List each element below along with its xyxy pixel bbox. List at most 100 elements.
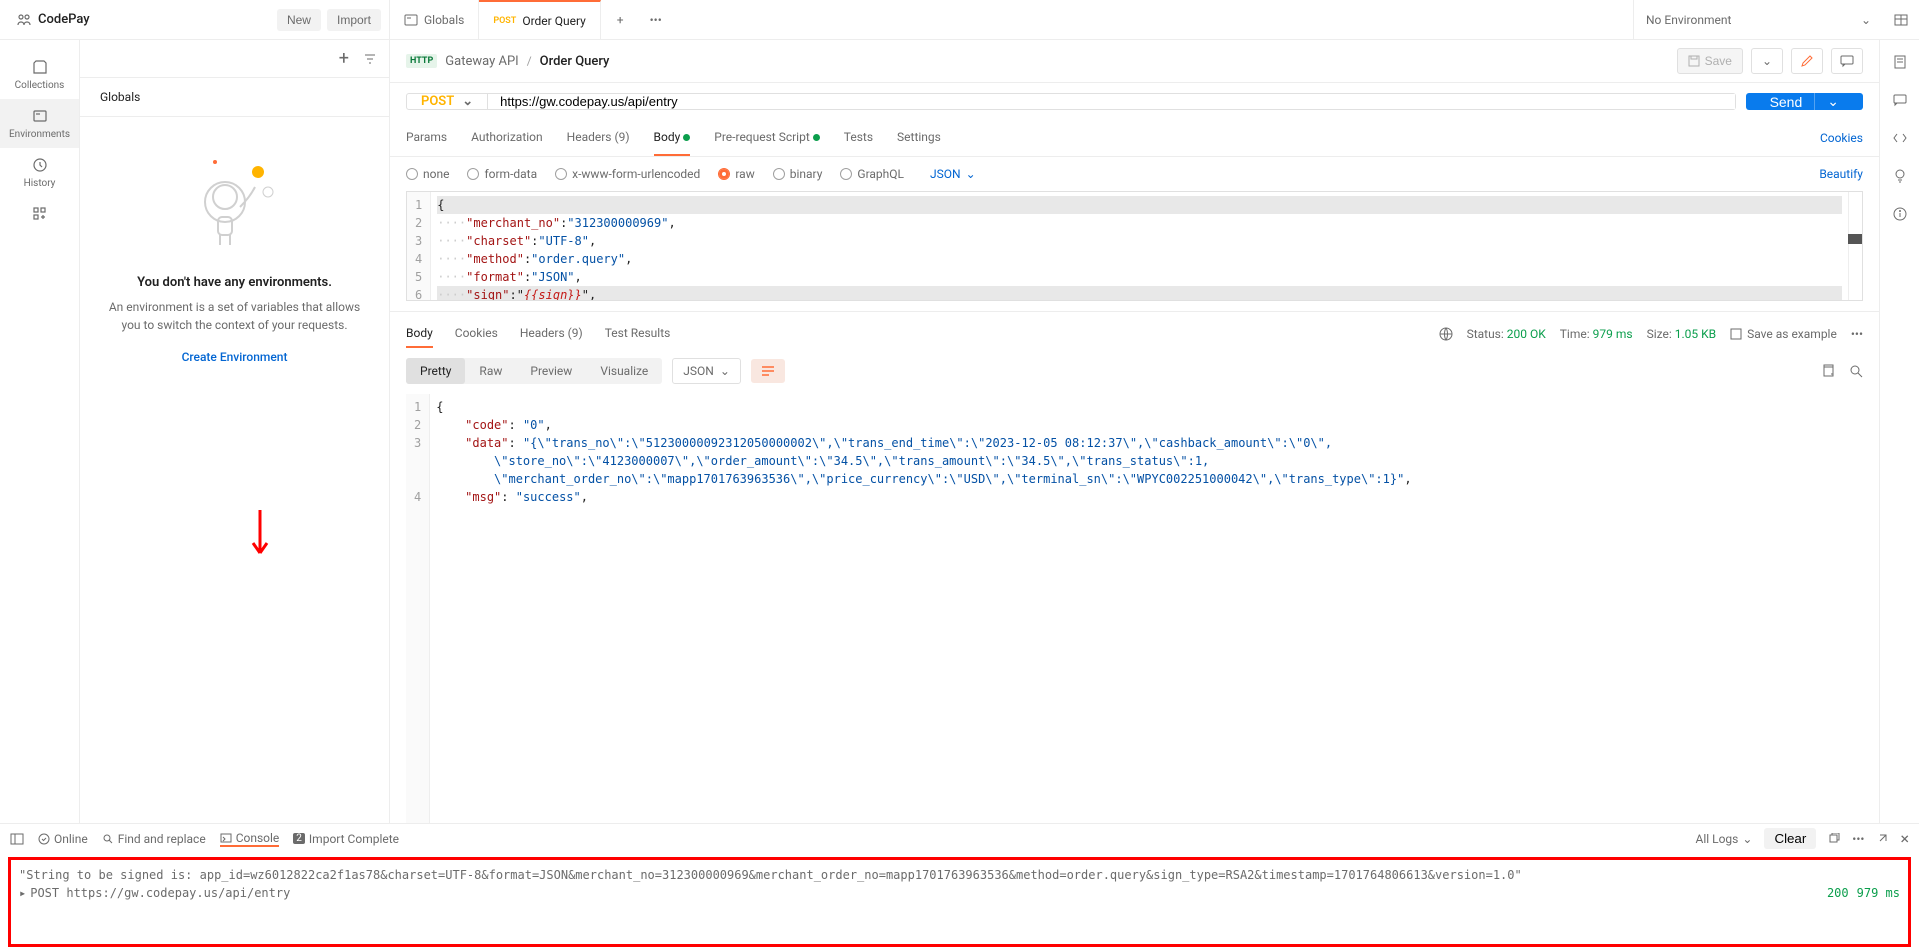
save-button[interactable]: Save: [1677, 48, 1743, 74]
env-quicklook-button[interactable]: [1883, 12, 1919, 28]
resp-more[interactable]: •••: [1851, 327, 1863, 341]
breadcrumb: HTTP Gateway API / Order Query Save ⌄: [390, 40, 1879, 83]
footer-find-replace[interactable]: Find and replace: [102, 832, 206, 846]
workspace-selector[interactable]: CodePay: [8, 12, 90, 28]
lightbulb-icon[interactable]: [1892, 168, 1908, 184]
new-tab-button[interactable]: +: [601, 13, 640, 27]
chevron-down-icon: ⌄: [462, 94, 473, 109]
view-raw[interactable]: Raw: [465, 358, 516, 384]
table-icon: [1893, 12, 1909, 28]
time-value: 979 ms: [1593, 327, 1633, 341]
code-icon[interactable]: [1892, 130, 1908, 146]
env-icon: [404, 13, 418, 27]
view-pretty[interactable]: Pretty: [406, 358, 465, 384]
edit-button[interactable]: [1791, 48, 1823, 74]
environment-selector[interactable]: No Environment ⌄: [1633, 0, 1883, 39]
url-input[interactable]: [488, 94, 1734, 109]
resp-type-selector[interactable]: JSON ⌄: [672, 358, 741, 384]
save-as-example[interactable]: Save as example: [1730, 327, 1837, 341]
tab-settings[interactable]: Settings: [897, 120, 941, 156]
body-type-xform[interactable]: x-www-form-urlencoded: [555, 167, 700, 181]
tab-body[interactable]: Body: [654, 120, 691, 156]
copy-icon[interactable]: [1821, 364, 1835, 378]
resp-tab-tests[interactable]: Test Results: [605, 320, 671, 348]
tab-params[interactable]: Params: [406, 120, 447, 156]
copy-icon[interactable]: [1828, 833, 1840, 845]
docs-icon[interactable]: [1892, 54, 1908, 70]
resp-tab-headers[interactable]: Headers (9): [520, 320, 583, 348]
console-log-line: "String to be signed is: app_id=wz601282…: [19, 866, 1900, 884]
comments-icon[interactable]: [1892, 92, 1908, 108]
comment-button[interactable]: [1831, 48, 1863, 74]
method-selector[interactable]: POST ⌄: [407, 94, 488, 109]
environments-icon: [31, 107, 49, 125]
body-type-none[interactable]: none: [406, 167, 449, 181]
body-type-formdata[interactable]: form-data: [467, 167, 537, 181]
search-icon: [102, 833, 114, 845]
request-body-editor[interactable]: 123456 { ····"merchant_no":"312300000969…: [406, 191, 1863, 301]
clear-console[interactable]: Clear: [1764, 828, 1816, 849]
resp-tab-cookies[interactable]: Cookies: [455, 320, 498, 348]
info-icon[interactable]: [1892, 206, 1908, 222]
view-visualize[interactable]: Visualize: [586, 358, 662, 384]
raw-type-selector[interactable]: JSON ⌄: [930, 167, 976, 181]
tab-order-query[interactable]: POST Order Query: [479, 0, 600, 39]
save-icon: [1730, 328, 1742, 340]
console-panel: "String to be signed is: app_id=wz601282…: [8, 857, 1911, 947]
popout-icon[interactable]: [1876, 833, 1888, 845]
console-more[interactable]: •••: [1852, 832, 1864, 846]
breadcrumb-current: Order Query: [540, 54, 610, 69]
body-type-graphql[interactable]: GraphQL: [840, 167, 904, 181]
indicator-dot: [683, 134, 690, 141]
breadcrumb-api[interactable]: Gateway API: [445, 54, 518, 69]
beautify-link[interactable]: Beautify: [1819, 167, 1863, 181]
sidebar-more[interactable]: [0, 197, 79, 231]
save-icon: [1688, 55, 1700, 67]
console-request-line[interactable]: ▸ POST https://gw.codepay.us/api/entry 2…: [19, 884, 1900, 902]
send-button[interactable]: Send ⌄: [1746, 93, 1863, 110]
comment-icon: [1840, 54, 1854, 68]
footer-console[interactable]: Console: [220, 831, 280, 847]
chevron-down-icon: ⌄: [1814, 93, 1839, 110]
tab-tests[interactable]: Tests: [844, 120, 873, 156]
new-button[interactable]: New: [277, 9, 321, 31]
tab-authorization[interactable]: Authorization: [471, 120, 543, 156]
size-value: 1.05 KB: [1675, 327, 1716, 341]
body-type-binary[interactable]: binary: [773, 167, 823, 181]
sidebar-environments[interactable]: Environments: [0, 99, 79, 148]
line-wrap-toggle[interactable]: [751, 359, 785, 383]
indicator-dot: [813, 134, 820, 141]
search-icon[interactable]: [1849, 364, 1863, 378]
save-dropdown[interactable]: ⌄: [1751, 48, 1783, 74]
response-body-editor[interactable]: 123 4 { "code": "0", "data": "{\"trans_n…: [406, 394, 1863, 823]
collections-icon: [31, 58, 49, 76]
tab-headers[interactable]: Headers (9): [567, 120, 630, 156]
resp-tab-body[interactable]: Body: [406, 320, 433, 348]
globe-icon: [1439, 327, 1453, 341]
cookies-link[interactable]: Cookies: [1820, 131, 1863, 145]
tab-prerequest[interactable]: Pre-request Script: [714, 120, 819, 156]
tab-overflow-button[interactable]: •••: [640, 13, 672, 27]
body-type-raw[interactable]: raw: [718, 167, 754, 181]
add-env-button[interactable]: +: [339, 48, 349, 69]
check-circle-icon: [38, 833, 50, 845]
grid-plus-icon: [31, 205, 49, 223]
sidebar-history[interactable]: History: [0, 148, 79, 197]
filter-icon[interactable]: [363, 52, 377, 66]
import-button[interactable]: Import: [327, 9, 381, 31]
view-preview[interactable]: Preview: [516, 358, 586, 384]
create-environment-link[interactable]: Create Environment: [182, 350, 288, 364]
log-filter[interactable]: All Logs ⌄: [1695, 832, 1752, 846]
footer-online[interactable]: Online: [38, 832, 88, 846]
chevron-down-icon: ⌄: [1861, 13, 1871, 27]
people-icon: [16, 12, 32, 28]
sidebar-collections[interactable]: Collections: [0, 50, 79, 99]
empty-desc: An environment is a set of variables tha…: [100, 298, 369, 334]
footer-import-complete[interactable]: 2Import Complete: [293, 832, 399, 846]
globals-item[interactable]: Globals: [80, 78, 389, 117]
footer-panel-toggle[interactable]: [10, 833, 24, 845]
tab-globals[interactable]: Globals: [390, 0, 479, 39]
status-value: 200 OK: [1507, 327, 1546, 341]
wrap-icon: [761, 365, 775, 377]
close-console[interactable]: ×: [1900, 829, 1909, 848]
